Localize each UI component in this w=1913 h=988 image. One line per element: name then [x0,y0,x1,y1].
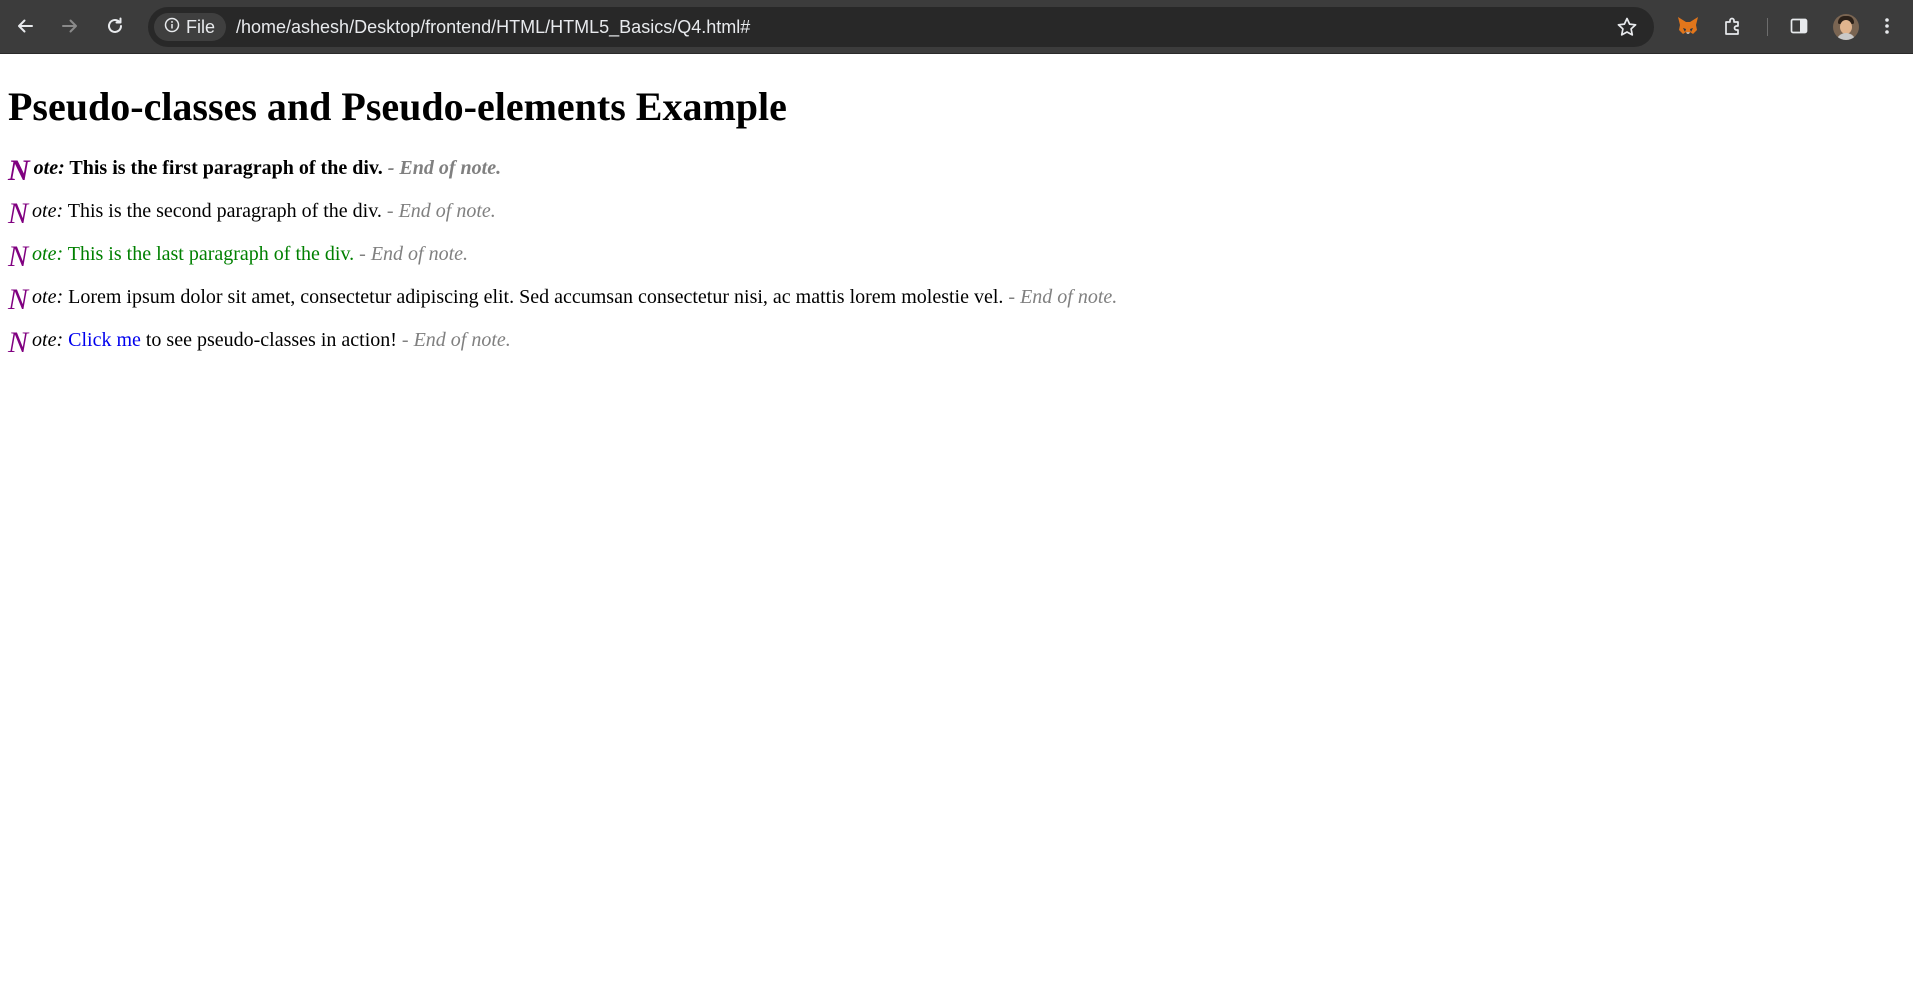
metamask-fox-icon [1676,15,1700,37]
browser-toolbar: File /home/ashesh/Desktop/frontend/HTML/… [0,0,1913,54]
note-text: This is the last paragraph of the div. [67,243,355,265]
side-panel-button[interactable] [1782,9,1816,43]
reload-icon [105,16,125,36]
page-title: Pseudo-classes and Pseudo-elements Examp… [8,84,787,129]
toolbar-separator [1767,18,1768,36]
note-prefix: ote: [32,286,64,308]
site-info-chip[interactable]: File [154,13,226,41]
extensions-button[interactable] [1716,9,1750,43]
note-text: Lorem ipsum dolor sit amet, consectetur … [68,286,1004,308]
note-paragraph-5: Note: Click me to see pseudo-classes in … [8,315,1913,359]
dropcap: N [8,326,29,359]
note-paragraph-2: Note: This is the second paragraph of th… [8,186,1913,230]
reload-button[interactable] [98,9,132,43]
note-text: This is the first paragraph of the div. [69,157,383,179]
click-me-link[interactable]: Click me [68,329,141,351]
note-suffix: - End of note. [386,200,496,222]
note-prefix: ote: [32,200,64,222]
kebab-menu-icon [1884,16,1890,36]
note-paragraph-3: Note: This is the last paragraph of the … [8,229,1913,273]
address-bar[interactable]: File /home/ashesh/Desktop/frontend/HTML/… [148,7,1654,47]
metamask-extension-button[interactable] [1671,9,1705,43]
note-text: to see pseudo-classes in action! [145,329,397,351]
back-button[interactable] [8,9,42,43]
site-chip-label: File [186,16,216,37]
note-prefix: ote: [32,243,64,265]
profile-avatar-icon[interactable] [1833,14,1859,40]
note-prefix: ote: [32,329,64,351]
note-suffix: - End of note. [401,329,511,351]
star-icon[interactable] [1616,16,1638,43]
forward-arrow-icon [60,16,80,36]
back-arrow-icon [15,16,35,36]
page-content: Pseudo-classes and Pseudo-elements Examp… [8,54,1913,359]
puzzle-extension-icon [1722,15,1744,37]
note-paragraph-1: Note: This is the first paragraph of the… [8,143,1913,187]
note-suffix: - End of note. [387,157,502,179]
note-suffix: - End of note. [1008,286,1118,308]
url-text[interactable]: /home/ashesh/Desktop/frontend/HTML/HTML5… [236,7,750,47]
info-icon [164,17,180,38]
side-panel-icon [1789,16,1809,36]
note-paragraph-4: Note: Lorem ipsum dolor sit amet, consec… [8,272,1913,316]
note-suffix: - End of note. [359,243,469,265]
forward-button[interactable] [53,9,87,43]
note-text: This is the second paragraph of the div. [67,200,382,222]
browser-menu-button[interactable] [1870,9,1904,43]
note-prefix: ote: [33,157,65,179]
